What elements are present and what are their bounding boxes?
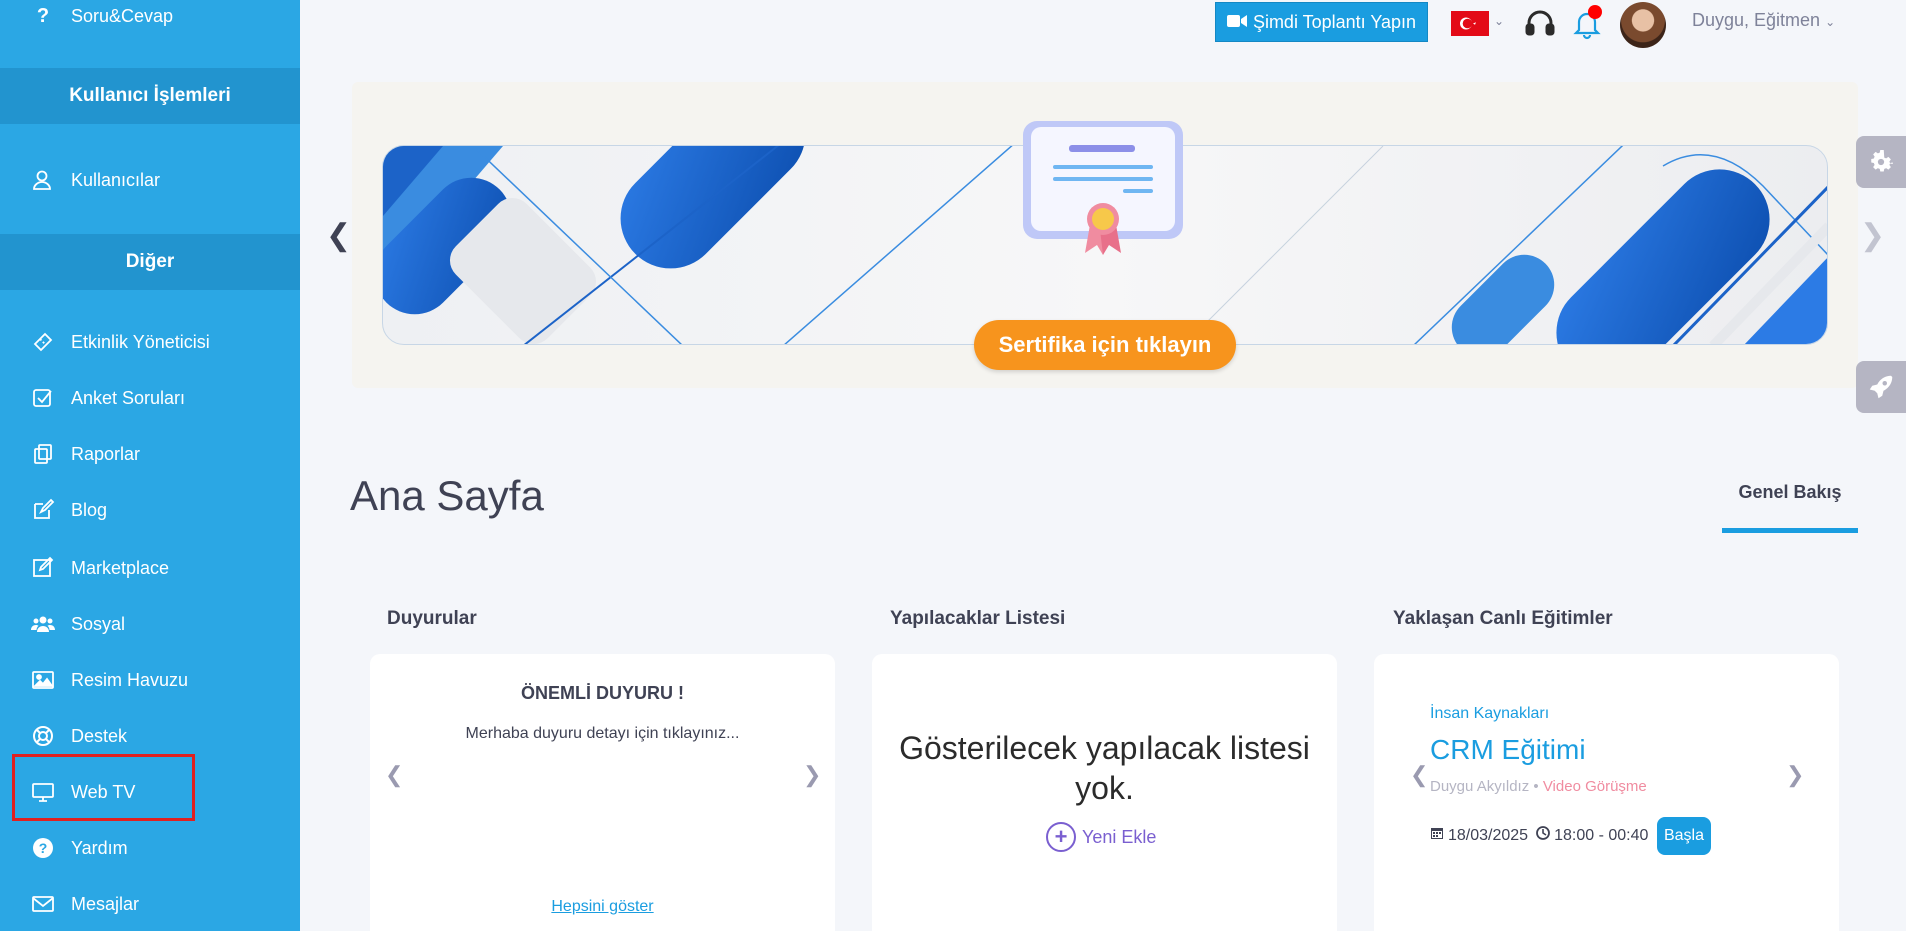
- user-icon: [30, 167, 56, 193]
- announcements-title: Duyurular: [387, 608, 477, 629]
- question-circle-icon: ?: [30, 835, 56, 861]
- sidebar-item-label: Yardım: [71, 837, 128, 858]
- announcement-title[interactable]: ÖNEMLİ DUYURU !: [370, 683, 835, 704]
- edit-square-icon: [30, 555, 56, 581]
- event-meta: Duygu Akyıldız • Video Görüşme: [1430, 778, 1647, 795]
- sidebar-item-survey-questions[interactable]: Anket Soruları: [0, 376, 300, 420]
- section-other: Diğer: [0, 234, 300, 290]
- edit-icon: [30, 497, 56, 523]
- sidebar-item-label: Anket Soruları: [71, 387, 186, 408]
- start-meeting-button[interactable]: Şimdi Toplantı Yapın: [1215, 2, 1428, 42]
- event-meta-separator: •: [1529, 778, 1543, 795]
- sidebar-item-label: Kullanıcılar: [71, 169, 161, 190]
- announcement-next-icon[interactable]: ❯: [803, 762, 821, 788]
- start-meeting-label: Şimdi Toplantı Yapın: [1252, 11, 1417, 32]
- event-prev-icon[interactable]: ❮: [1410, 762, 1428, 788]
- event-date: 18/03/2025: [1448, 826, 1529, 844]
- add-todo-label: Yeni Ekle: [1082, 826, 1157, 847]
- sidebar-item-label: Marketplace: [71, 557, 170, 578]
- event-category: İnsan Kaynakları: [1430, 705, 1550, 722]
- image-icon: [30, 667, 56, 693]
- sidebar-item-messages[interactable]: Mesajlar: [0, 882, 300, 926]
- chevron-down-icon[interactable]: ⌄: [1494, 14, 1504, 28]
- calendar-icon: [1430, 826, 1444, 845]
- user-menu[interactable]: Duygu, Eğitmen ⌄: [1692, 10, 1835, 31]
- sidebar-item-reports[interactable]: Raporlar: [0, 432, 300, 476]
- sidebar-item-label: Mesajlar: [71, 893, 140, 914]
- copy-icon: [30, 441, 56, 467]
- notification-badge: [1588, 5, 1602, 19]
- banner-prev-arrow-icon[interactable]: ❮: [326, 218, 351, 253]
- headset-icon[interactable]: [1524, 8, 1556, 40]
- event-next-icon[interactable]: ❯: [1786, 762, 1804, 788]
- avatar[interactable]: [1620, 2, 1666, 48]
- svg-text:?: ?: [39, 840, 48, 856]
- todo-empty-text: Gösterilecek yapılacak listesi yok.: [899, 730, 1310, 806]
- event-instructor: Duygu Akyıldız: [1430, 778, 1530, 795]
- page-title: Ana Sayfa: [350, 472, 544, 519]
- sidebar-item-label: Destek: [71, 725, 128, 746]
- announcement-prev-icon[interactable]: ❮: [385, 762, 403, 788]
- announcement-text[interactable]: Merhaba duyuru detayı için tıklayınız...: [370, 725, 835, 743]
- event-datetime: 18/03/2025 18:00 - 00:40: [1430, 826, 1648, 845]
- start-event-button[interactable]: Başla: [1657, 817, 1711, 855]
- tab-active-indicator: [1722, 528, 1858, 533]
- sidebar-item-marketplace[interactable]: Marketplace: [0, 546, 300, 590]
- sidebar-item-image-pool[interactable]: Resim Havuzu: [0, 658, 300, 702]
- envelope-icon: [30, 891, 56, 917]
- add-todo-button[interactable]: + Yeni Ekle: [1046, 822, 1156, 852]
- event-type: Video Görüşme: [1542, 778, 1647, 795]
- language-flag-icon[interactable]: [1451, 11, 1489, 36]
- sidebar: ? Soru&Cevap Kullanıcı İşlemleri Kullanı…: [0, 0, 300, 931]
- certificate-button[interactable]: Sertifika için tıklayın: [974, 320, 1236, 370]
- highlight-box: [12, 754, 195, 821]
- sidebar-item-label: Blog: [71, 499, 108, 520]
- clock-icon: [1536, 826, 1550, 845]
- sidebar-item-label: Sosyal: [71, 613, 126, 634]
- sidebar-item-label: Resim Havuzu: [71, 669, 189, 690]
- sidebar-item-users[interactable]: Kullanıcılar: [0, 158, 300, 202]
- tab-overview[interactable]: Genel Bakış: [1722, 482, 1858, 503]
- checkbox-icon: [30, 385, 56, 411]
- ticket-icon: [30, 329, 56, 355]
- question-icon: ?: [36, 4, 50, 27]
- sidebar-item-social[interactable]: Sosyal: [0, 602, 300, 646]
- sidebar-item-label: Soru&Cevap: [71, 5, 174, 26]
- sidebar-item-label: Etkinlik Yöneticisi: [71, 331, 210, 352]
- show-all-link[interactable]: Hepsini göster: [370, 898, 835, 916]
- section-user-operations: Kullanıcı İşlemleri: [0, 68, 300, 124]
- rocket-icon[interactable]: [1856, 361, 1906, 413]
- sidebar-item-label: Raporlar: [71, 443, 141, 464]
- todo-title: Yapılacaklar Listesi: [890, 608, 1066, 629]
- chevron-down-icon: ⌄: [1825, 15, 1836, 29]
- sidebar-item-event-manager[interactable]: Etkinlik Yöneticisi: [0, 320, 300, 364]
- group-icon: [30, 611, 56, 637]
- banner-next-arrow-icon[interactable]: ❯: [1860, 218, 1885, 253]
- certificate-icon: [1019, 119, 1187, 259]
- sidebar-item-help[interactable]: ? Yardım: [0, 826, 300, 870]
- settings-gear-icon[interactable]: [1856, 136, 1906, 188]
- event-time: 18:00 - 00:40: [1554, 826, 1649, 844]
- plus-icon: +: [1046, 822, 1076, 852]
- life-ring-icon: [30, 723, 56, 749]
- event-title[interactable]: CRM Eğitimi: [1430, 734, 1586, 766]
- sidebar-item-blog[interactable]: Blog: [0, 488, 300, 532]
- video-camera-icon: [1226, 12, 1247, 33]
- user-name: Duygu, Eğitmen: [1692, 10, 1821, 30]
- sidebar-item-support[interactable]: Destek: [0, 714, 300, 758]
- sidebar-item-qa[interactable]: ? Soru&Cevap: [0, 0, 300, 38]
- events-title: Yaklaşan Canlı Eğitimler: [1393, 608, 1613, 629]
